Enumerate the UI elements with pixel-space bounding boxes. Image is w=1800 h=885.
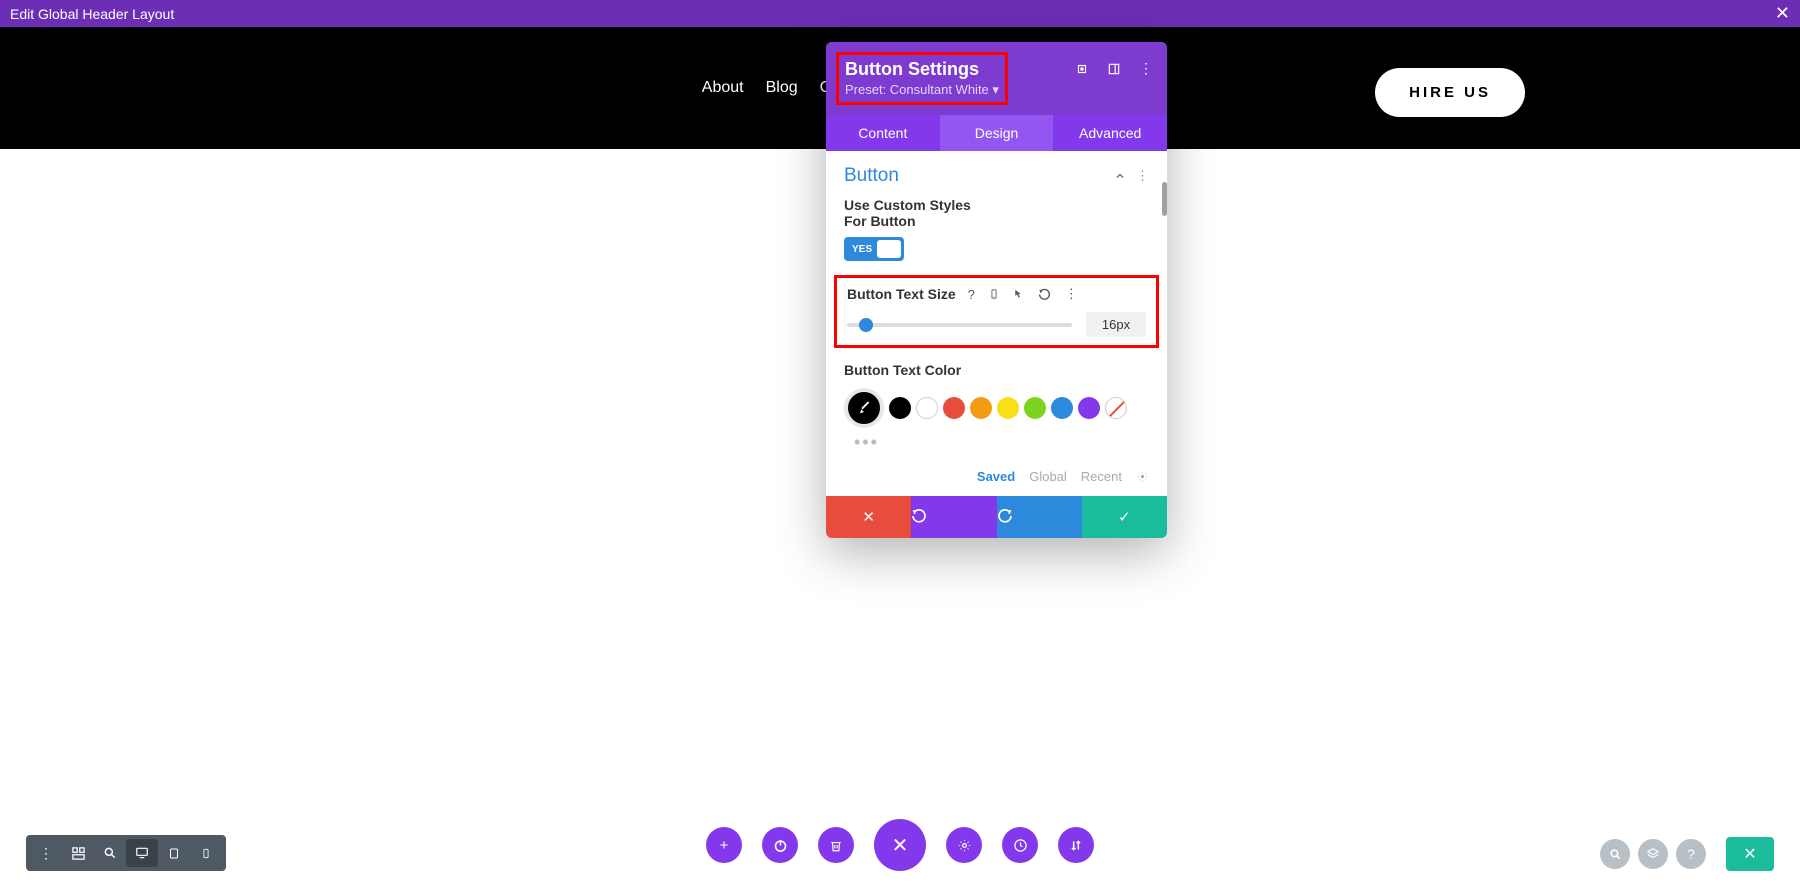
more-icon[interactable]: ⋮ [1139,60,1153,77]
hover-icon[interactable] [1013,287,1024,301]
field-more-icon[interactable]: ⋮ [1065,286,1078,302]
help-icon[interactable]: ? [968,287,975,302]
redo-button[interactable] [997,496,1082,538]
top-bar-title: Edit Global Header Layout [10,6,174,22]
panel-tabs: Content Design Advanced [826,115,1167,151]
section-body: Use Custom Styles For Button YES Button … [826,197,1167,463]
trash-icon[interactable] [818,827,854,863]
swatch-green[interactable] [1024,397,1046,419]
help-circle-icon[interactable]: ? [1676,839,1706,869]
swatch-none[interactable] [1105,397,1127,419]
wireframe-icon[interactable] [62,839,94,867]
power-icon[interactable] [762,827,798,863]
top-bar: Edit Global Header Layout ✕ [0,0,1800,27]
phone-icon[interactable] [190,839,222,867]
toolbar-more-icon[interactable]: ⋮ [30,839,62,867]
bottom-right-toolbar: ? ✕ [1600,837,1774,871]
desktop-icon[interactable] [126,839,158,867]
zoom-icon[interactable] [94,839,126,867]
tab-advanced[interactable]: Advanced [1053,115,1167,151]
sort-icon[interactable] [1058,827,1094,863]
tab-content[interactable]: Content [826,115,940,151]
dock-icon[interactable] [1107,62,1121,76]
text-color-label: Button Text Color [844,362,1149,378]
mobile-icon[interactable] [989,287,999,301]
filter-recent[interactable]: Recent [1081,469,1122,484]
panel-footer: ✕ ✓ [826,496,1167,538]
section-title: Button [844,165,899,187]
swatch-red[interactable] [943,397,965,419]
highlight-box-textsize: Button Text Size ? ⋮ 16px [834,275,1159,348]
swatch-blue[interactable] [1051,397,1073,419]
swatch-purple[interactable] [1078,397,1100,419]
custom-styles-label: Use Custom Styles For Button [844,197,994,229]
nav-item-about[interactable]: About [702,79,744,97]
swatch-more-icon[interactable]: ••• [854,432,1149,453]
swatch-yellow[interactable] [997,397,1019,419]
settings-panel: Button Settings Preset: Consultant White… [826,42,1167,538]
close-center-button[interactable]: ✕ [874,819,926,871]
color-swatches [844,388,1149,428]
gear-icon[interactable] [946,827,982,863]
custom-styles-toggle[interactable]: YES [844,237,904,261]
history-icon[interactable] [1002,827,1038,863]
confirm-button[interactable]: ✕ [1726,837,1774,871]
section-more-icon[interactable]: ⋮ [1136,168,1149,184]
panel-scrollbar[interactable] [1162,182,1167,216]
slider-thumb[interactable] [859,318,873,332]
filter-global[interactable]: Global [1029,469,1067,484]
reset-icon[interactable] [1038,288,1051,301]
text-size-value[interactable]: 16px [1086,312,1146,337]
filter-gear-icon[interactable] [1136,470,1149,483]
save-button[interactable]: ✓ [1082,496,1167,538]
filter-saved[interactable]: Saved [977,469,1015,484]
add-button[interactable]: + [706,827,742,863]
panel-subtitle[interactable]: Preset: Consultant White ▾ [845,82,999,98]
nav-item-blog[interactable]: Blog [766,79,798,97]
undo-button[interactable] [911,496,996,538]
layers-icon[interactable] [1638,839,1668,869]
hire-us-button[interactable]: HIRE US [1375,68,1525,117]
bottom-center-toolbar: + ✕ [706,819,1094,871]
tablet-icon[interactable] [158,839,190,867]
color-filter-row: Saved Global Recent [826,463,1167,496]
highlight-box-header: Button Settings Preset: Consultant White… [836,52,1008,105]
collapse-icon[interactable] [1114,170,1126,182]
panel-header: Button Settings Preset: Consultant White… [826,42,1167,115]
color-picker-button[interactable] [844,388,884,428]
toggle-knob [877,240,901,258]
swatch-black[interactable] [889,397,911,419]
swatch-orange[interactable] [970,397,992,419]
expand-icon[interactable] [1075,62,1089,76]
text-size-slider[interactable] [847,323,1072,327]
tab-design[interactable]: Design [940,115,1054,151]
swatch-white[interactable] [916,397,938,419]
cancel-button[interactable]: ✕ [826,496,911,538]
section-header: Button ⋮ [826,151,1167,197]
panel-title: Button Settings [845,59,999,80]
bottom-toolbar-left: ⋮ [26,835,226,871]
text-size-label: Button Text Size [847,286,956,302]
search-icon[interactable] [1600,839,1630,869]
close-icon[interactable]: ✕ [1775,3,1790,24]
toggle-text: YES [847,244,872,255]
